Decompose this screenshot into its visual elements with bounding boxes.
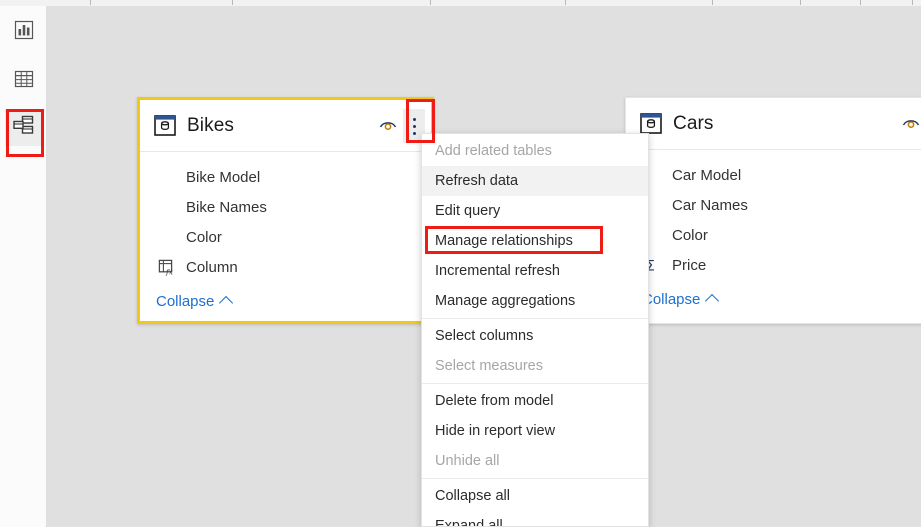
field-name: Column — [186, 258, 238, 276]
menu-item-select-columns[interactable]: Select columns — [422, 321, 648, 351]
menu-separator — [422, 383, 648, 384]
menu-item-label: Select columns — [435, 328, 534, 344]
field-name: Bike Names — [186, 198, 267, 216]
bikes-hide-toggle-button[interactable] — [375, 113, 401, 139]
sidebar-item-report-view[interactable] — [5, 14, 42, 51]
table-card-cars[interactable]: Cars Car Model Car Names Color Σ Price C… — [625, 97, 921, 324]
bar-chart-icon — [13, 19, 35, 46]
menu-separator — [422, 478, 648, 479]
menu-item-incremental-refresh[interactable]: Incremental refresh — [422, 256, 648, 286]
sidebar-item-data-view[interactable] — [5, 63, 42, 100]
menu-item-edit-query[interactable]: Edit query — [422, 196, 648, 226]
dot-glyph — [412, 117, 416, 121]
chevron-up-icon — [219, 295, 234, 311]
menu-item-expand-all[interactable]: Expand all — [422, 511, 648, 527]
table-card-bikes[interactable]: Bikes Bike Model Bike Names Color fx Col… — [137, 97, 434, 324]
field-name: Car Names — [672, 196, 748, 214]
cars-hide-toggle-button[interactable] — [898, 111, 921, 137]
menu-item-add-related-tables: Add related tables — [422, 136, 648, 166]
field-row[interactable]: Color — [140, 222, 431, 252]
menu-item-label: Expand all — [435, 518, 503, 527]
menu-item-collapse-all[interactable]: Collapse all — [422, 481, 648, 511]
field-name: Bike Model — [186, 168, 261, 186]
menu-item-label: Select measures — [435, 358, 543, 374]
eye-hide-icon — [378, 116, 398, 137]
menu-item-label: Manage aggregations — [435, 293, 576, 309]
field-name: Color — [672, 226, 708, 244]
table-icon — [154, 115, 176, 136]
cars-collapse-link[interactable]: Collapse — [626, 284, 921, 314]
table-card-tools — [898, 98, 921, 150]
menu-item-select-measures: Select measures — [422, 351, 648, 381]
power-bi-model-view: Bikes Bike Model Bike Names Color fx Col… — [0, 0, 921, 527]
table-card-fields: Car Model Car Names Color Σ Price Collap… — [626, 150, 921, 314]
menu-item-label: Manage relationships — [435, 233, 573, 249]
menu-separator — [422, 318, 648, 319]
menu-item-manage-aggregations[interactable]: Manage aggregations — [422, 286, 648, 316]
menu-item-hide-in-report-view[interactable]: Hide in report view — [422, 416, 648, 446]
field-row[interactable]: fx Column — [140, 252, 431, 282]
menu-item-label: Collapse all — [435, 488, 510, 504]
field-row[interactable]: Car Model — [626, 160, 921, 190]
bikes-collapse-link[interactable]: Collapse — [140, 286, 431, 316]
menu-item-label: Hide in report view — [435, 423, 556, 439]
menu-item-delete-from-model[interactable]: Delete from model — [422, 386, 648, 416]
table-card-tools — [375, 100, 425, 152]
field-row[interactable]: Car Names — [626, 190, 921, 220]
svg-text:fx: fx — [165, 267, 174, 275]
collapse-label: Collapse — [156, 292, 215, 310]
table-card-header: Bikes — [140, 100, 431, 152]
field-name: Color — [186, 228, 222, 246]
field-row[interactable]: Σ Price — [626, 250, 921, 280]
menu-item-unhide-all: Unhide all — [422, 446, 648, 476]
menu-item-manage-relationships[interactable]: Manage relationships — [422, 226, 648, 256]
calculated-column-fx-icon: fx — [156, 259, 178, 276]
table-context-menu[interactable]: Add related tables Refresh data Edit que… — [421, 133, 649, 527]
table-icon — [640, 113, 662, 134]
sidebar-item-model-view[interactable] — [5, 109, 42, 146]
field-row[interactable]: Bike Model — [140, 162, 431, 192]
menu-item-refresh-data[interactable]: Refresh data — [422, 166, 648, 196]
dot-glyph — [412, 131, 416, 135]
menu-item-label: Edit query — [435, 203, 501, 219]
table-card-header: Cars — [626, 98, 921, 150]
chevron-up-icon — [705, 293, 720, 309]
dot-glyph — [412, 124, 416, 128]
menu-item-label: Refresh data — [435, 173, 519, 189]
table-name: Bikes — [187, 114, 234, 136]
eye-hide-icon — [901, 114, 921, 135]
table-name: Cars — [673, 112, 714, 134]
collapse-label: Collapse — [642, 290, 701, 308]
field-row[interactable]: Bike Names — [140, 192, 431, 222]
model-relationships-icon — [12, 114, 36, 141]
view-switcher-rail — [0, 6, 47, 527]
menu-item-label: Incremental refresh — [435, 263, 560, 279]
table-card-fields: Bike Model Bike Names Color fx Column Co… — [140, 152, 431, 316]
menu-item-label: Add related tables — [435, 143, 552, 159]
field-name: Price — [672, 256, 707, 274]
field-name: Car Model — [672, 166, 742, 184]
menu-item-label: Unhide all — [435, 453, 500, 469]
table-grid-icon — [13, 68, 35, 95]
field-row[interactable]: Color — [626, 220, 921, 250]
menu-item-label: Delete from model — [435, 393, 554, 409]
